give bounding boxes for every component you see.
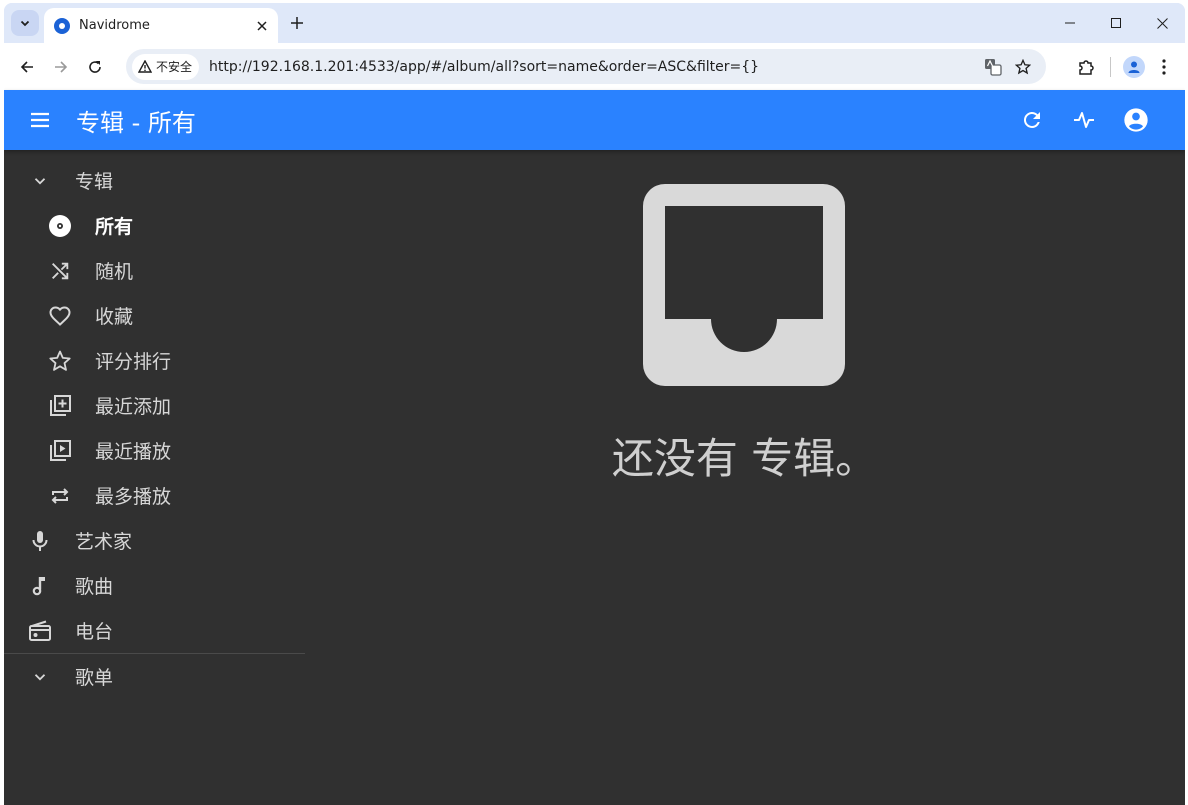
bookmark-button[interactable] [1008,52,1038,82]
reload-icon [89,60,101,73]
activity-button[interactable] [1061,96,1107,144]
page-title: 专辑 - 所有 [76,108,196,137]
heart-icon [48,304,72,328]
sidebar-item-label: 最多播放 [95,486,172,508]
sidebar-item-most-played[interactable]: 最多播放 [4,473,305,518]
tab-title: Navidrome [79,18,150,33]
person-icon [1128,61,1140,73]
minimize-button[interactable] [1047,3,1093,43]
forward-button[interactable] [44,50,78,84]
library-add-icon [48,394,72,418]
security-indicator[interactable]: 不安全 [132,53,200,80]
video-library-icon [48,439,72,463]
new-tab-button[interactable] [285,11,309,35]
sidebar-item-label: 歌曲 [75,576,114,598]
main-area: 专辑 所有 随机 收藏 评分排行 最近添加 最近播放 最多播放 艺术家 歌曲 电… [4,150,1185,805]
sidebar-item-label: 最近添加 [95,396,172,418]
navidrome-favicon-icon [54,17,70,34]
sidebar-item-label: 评分排行 [95,351,172,373]
url-text[interactable]: http://192.168.1.201:4533/app/#/album/al… [209,59,978,75]
sidebar-item-label: 随机 [95,261,134,283]
browser-window: Navidrome 不安全 http://192.168.1.201:4533/… [4,3,1185,805]
album-disc-icon [48,214,72,238]
tab-strip: Navidrome [4,3,1185,43]
account-circle-icon [1124,108,1148,132]
sidebar-item-albums[interactable]: 专辑 [4,158,305,203]
sidebar-item-label: 电台 [75,621,114,643]
puzzle-icon [1079,59,1094,75]
close-icon [257,20,267,31]
maximize-icon [1111,18,1121,28]
sidebar-item-label: 收藏 [95,306,134,328]
sidebar-item-favourites[interactable]: 收藏 [4,293,305,338]
extensions-button[interactable] [1072,52,1102,82]
inbox-icon [643,184,845,386]
refresh-button[interactable] [1009,96,1055,144]
chevron-down-icon [28,169,52,193]
radio-icon [28,619,52,643]
empty-state: 还没有 专辑。 [304,150,1185,805]
maximize-button[interactable] [1093,3,1139,43]
close-window-button[interactable] [1139,3,1185,43]
sidebar-item-recently-played[interactable]: 最近播放 [4,428,305,473]
sidebar-item-artists[interactable]: 艺术家 [4,518,305,563]
arrow-right-icon [55,60,68,73]
sidebar-item-random[interactable]: 随机 [4,248,305,293]
browser-tab[interactable]: Navidrome [44,8,278,43]
sidebar-item-radio[interactable]: 电台 [4,608,305,653]
app-bar: 专辑 - 所有 [4,90,1185,150]
microphone-icon [28,529,52,553]
browser-toolbar: 不安全 http://192.168.1.201:4533/app/#/albu… [4,43,1185,90]
tab-close-button[interactable] [250,14,274,38]
translate-button[interactable] [978,52,1008,82]
profile-avatar [1123,55,1145,78]
sidebar-item-label: 艺术家 [75,531,133,553]
hamburger-menu-icon [31,112,49,128]
sidebar-item-label: 所有 [95,216,134,238]
translate-icon [985,58,1002,76]
warning-triangle-icon [138,60,152,73]
sidebar-item-label: 专辑 [75,171,114,193]
refresh-icon [1023,111,1040,128]
sidebar-item-top-rated[interactable]: 评分排行 [4,338,305,383]
security-label: 不安全 [156,60,193,74]
profile-button[interactable] [1119,52,1149,82]
chevron-down-icon [20,20,30,27]
minimize-icon [1065,22,1075,24]
close-icon [1156,17,1168,29]
back-button[interactable] [10,50,44,84]
plus-icon [291,17,303,29]
sidebar-item-playlists[interactable]: 歌单 [4,654,305,699]
empty-message: 还没有 专辑。 [611,434,878,483]
arrow-left-icon [20,60,33,73]
sidebar-item-songs[interactable]: 歌曲 [4,563,305,608]
star-icon [48,349,72,373]
sidebar: 专辑 所有 随机 收藏 评分排行 最近添加 最近播放 最多播放 艺术家 歌曲 电… [4,158,305,699]
toolbar-separator [1110,56,1111,77]
appbar-actions [1009,96,1159,144]
activity-pulse-icon [1074,112,1094,128]
tab-search-button[interactable] [11,10,39,36]
more-vert-icon [1162,58,1166,75]
music-note-icon [28,574,52,598]
sidebar-item-label: 最近播放 [95,441,172,463]
reload-button[interactable] [78,50,112,84]
repeat-icon [48,484,72,508]
sidebar-item-recently-added[interactable]: 最近添加 [4,383,305,428]
chevron-down-icon [28,665,52,689]
browser-menu-button[interactable] [1149,52,1179,82]
user-menu-button[interactable] [1113,96,1159,144]
star-outline-icon [1015,58,1031,74]
address-bar[interactable]: 不安全 http://192.168.1.201:4533/app/#/albu… [126,49,1046,84]
sidebar-item-label: 歌单 [75,667,114,689]
toolbar-right [1072,49,1179,84]
window-controls [1047,3,1185,43]
sidebar-item-all[interactable]: 所有 [4,203,305,248]
menu-button[interactable] [16,96,64,144]
shuffle-icon [48,259,72,283]
